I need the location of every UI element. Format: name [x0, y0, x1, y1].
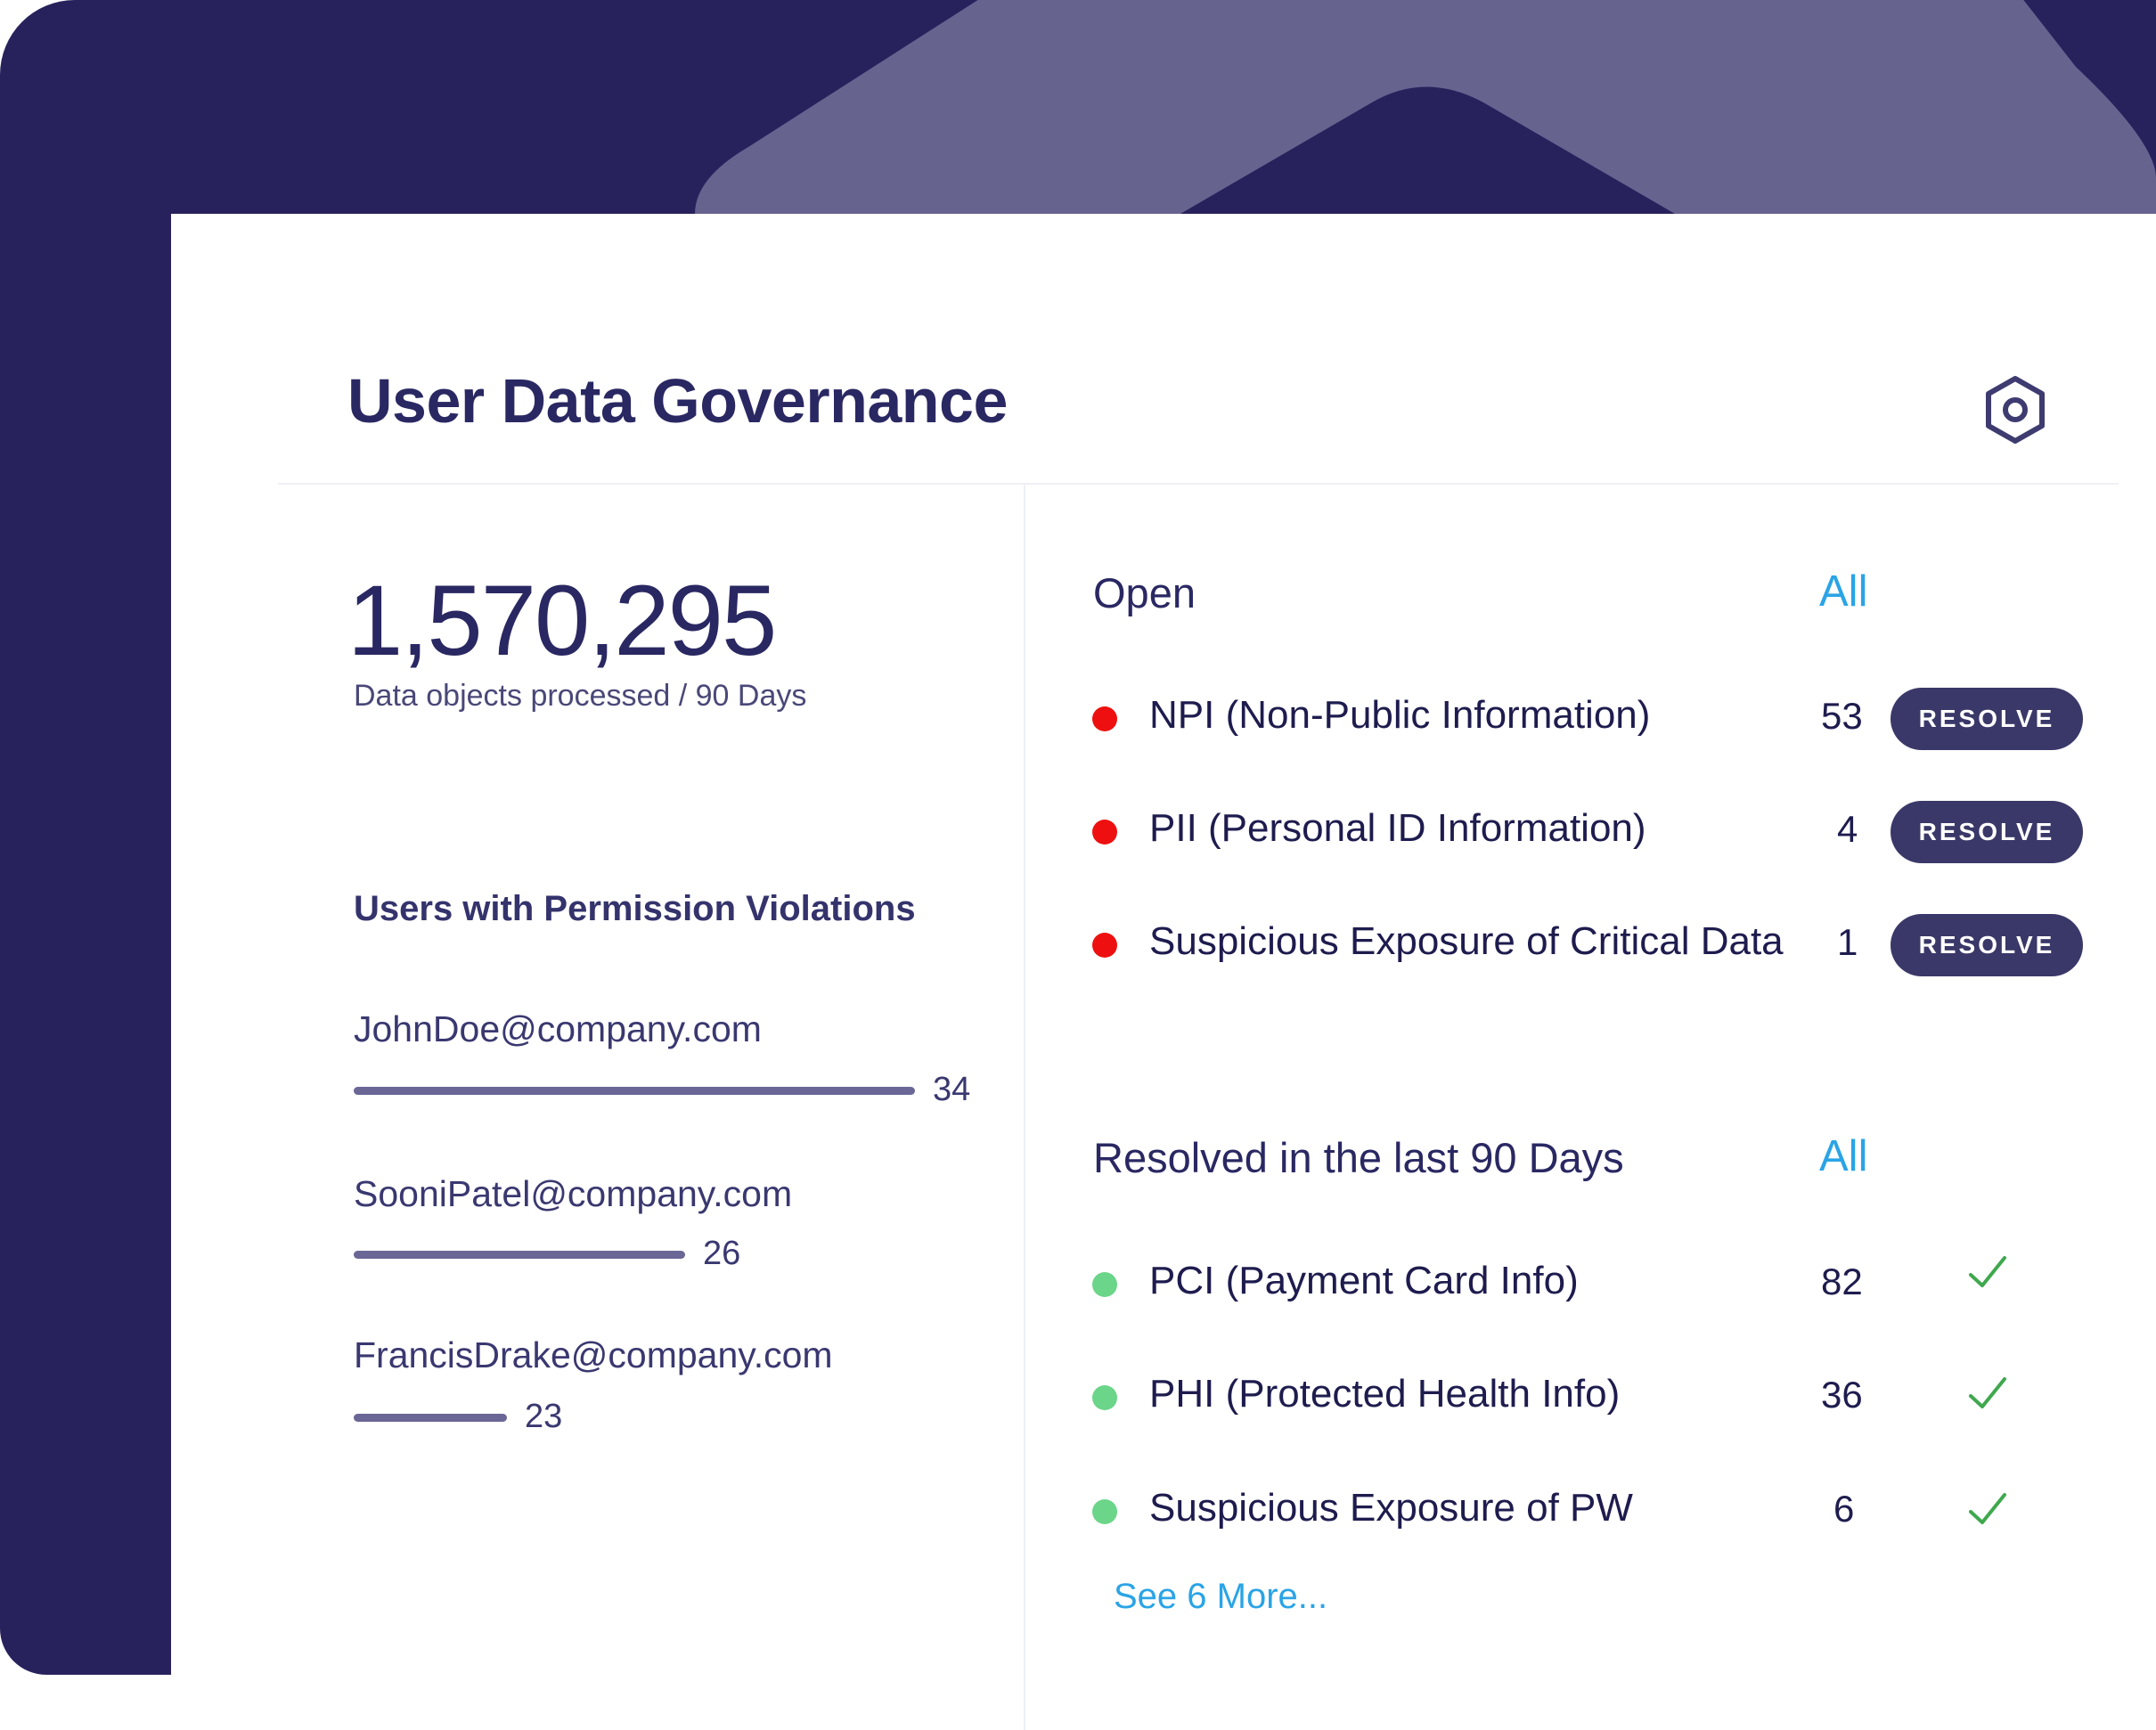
resolved-status-dot — [1092, 1499, 1117, 1524]
violation-bar — [354, 1087, 915, 1095]
resolved-status-dot — [1092, 1272, 1117, 1297]
violation-count: 34 — [933, 1071, 971, 1108]
resolve-button[interactable]: RESOLVE — [1891, 688, 2083, 750]
resolved-status-dot — [1092, 1385, 1117, 1410]
open-item-label: Suspicious Exposure of Critical Data — [1149, 919, 1784, 963]
resolved-item-label: PCI (Payment Card Info) — [1149, 1259, 1579, 1302]
see-more-link[interactable]: See 6 More... — [1114, 1577, 1327, 1617]
resolved-item-label: Suspicious Exposure of PW — [1149, 1486, 1633, 1530]
resolved-item-label: PHI (Protected Health Info) — [1149, 1372, 1621, 1416]
background-chevron-shape — [695, 0, 2156, 214]
governance-card: User Data Governance 1,570,295 Data obje… — [171, 214, 2156, 1730]
header-divider — [278, 483, 2119, 485]
open-item-count: 53 — [1821, 695, 1863, 737]
check-icon — [1969, 1493, 2006, 1524]
violations-title: Users with Permission Violations — [354, 889, 916, 928]
user-email[interactable]: JohnDoe@company.com — [354, 1008, 762, 1050]
violation-count: 23 — [525, 1398, 563, 1435]
open-item-count: 4 — [1837, 808, 1858, 850]
resolved-item-count: 6 — [1833, 1488, 1855, 1530]
violation-count: 26 — [703, 1235, 741, 1272]
open-status-dot — [1092, 933, 1117, 958]
open-item-label: PII (Personal ID Information) — [1149, 806, 1646, 850]
resolved-section-title: Resolved in the last 90 Days — [1093, 1134, 1624, 1181]
gear-icon[interactable] — [1980, 374, 2051, 445]
check-icon — [1969, 1256, 2006, 1287]
open-item-count: 1 — [1837, 921, 1858, 963]
user-email[interactable]: SooniPatel@company.com — [354, 1173, 792, 1215]
resolve-button[interactable]: RESOLVE — [1891, 801, 2083, 863]
violation-bar — [354, 1251, 685, 1259]
open-section-title: Open — [1093, 569, 1196, 616]
resolve-button[interactable]: RESOLVE — [1891, 914, 2083, 976]
column-divider — [1024, 485, 1025, 1730]
user-email[interactable]: FrancisDrake@company.com — [354, 1334, 833, 1376]
data-objects-count: 1,570,295 — [347, 565, 777, 676]
data-objects-caption: Data objects processed / 90 Days — [354, 679, 807, 713]
resolved-item-count: 82 — [1821, 1261, 1863, 1302]
resolved-item-count: 36 — [1821, 1374, 1863, 1416]
check-icon — [1969, 1377, 2006, 1408]
open-status-dot — [1092, 706, 1117, 731]
resolved-all-link[interactable]: All — [1819, 1131, 1867, 1181]
open-item-label: NPI (Non-Public Information) — [1149, 693, 1651, 737]
card-title: User Data Governance — [347, 366, 1008, 436]
open-all-link[interactable]: All — [1819, 567, 1867, 616]
violation-bar — [354, 1414, 507, 1422]
open-status-dot — [1092, 820, 1117, 845]
